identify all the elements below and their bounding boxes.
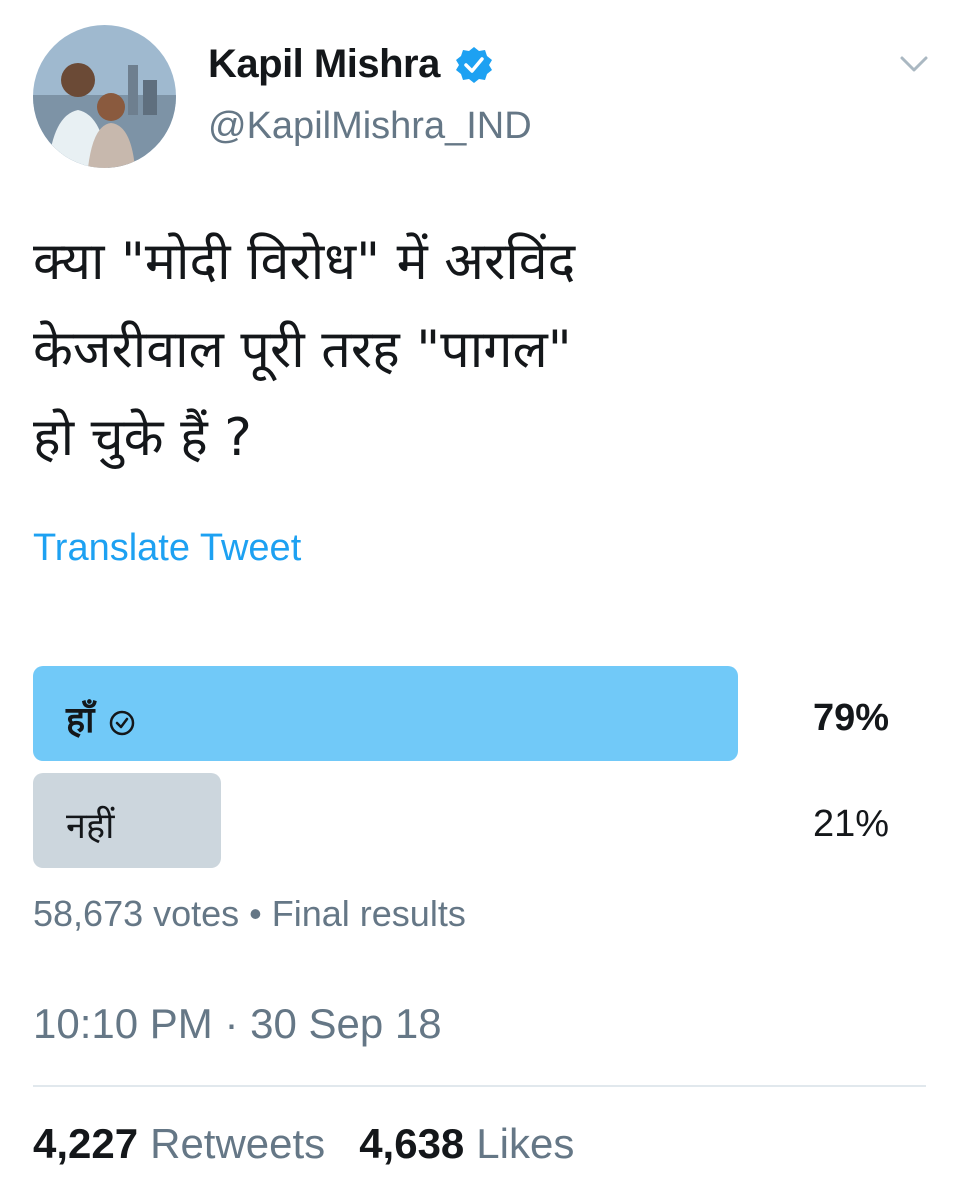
- check-circle-icon: [108, 705, 136, 735]
- likes-count: 4,638: [359, 1120, 465, 1167]
- retweets-count: 4,227: [33, 1120, 139, 1167]
- verified-badge-icon: [454, 45, 494, 85]
- likes-stat[interactable]: 4,638 Likes: [359, 1120, 574, 1168]
- translate-tweet-link[interactable]: Translate Tweet: [33, 527, 301, 570]
- author-name[interactable]: Kapil Mishra: [208, 42, 440, 87]
- engagement-stats: 4,227 Retweets 4,638 Likes: [33, 1120, 608, 1168]
- tweet-text: क्या "मोदी विरोध" में अरविंद केजरीवाल पू…: [33, 232, 576, 468]
- avatar[interactable]: [33, 25, 176, 168]
- retweets-label: Retweets: [150, 1120, 326, 1167]
- chevron-down-icon[interactable]: [898, 52, 930, 76]
- poll-summary: 58,673 votes • Final results: [33, 893, 466, 934]
- divider: [33, 1085, 926, 1087]
- poll-option-bar-no: [33, 773, 221, 868]
- tweet-timestamp[interactable]: 10:10 PM · 30 Sep 18: [33, 1000, 442, 1048]
- poll-percent-yes: 79%: [812, 697, 889, 739]
- poll-percent-no: 21%: [812, 803, 889, 845]
- likes-label: Likes: [476, 1120, 575, 1167]
- poll-option-label: हाँ: [66, 700, 95, 741]
- author-handle[interactable]: @KapilMishra_IND: [208, 105, 532, 148]
- poll-option-yes: हाँ: [66, 694, 136, 743]
- poll-option-no: नहीं: [66, 800, 114, 849]
- poll-option-label: नहीं: [66, 806, 115, 847]
- poll-option-bar-yes: [33, 666, 738, 761]
- retweets-stat[interactable]: 4,227 Retweets: [33, 1120, 325, 1168]
